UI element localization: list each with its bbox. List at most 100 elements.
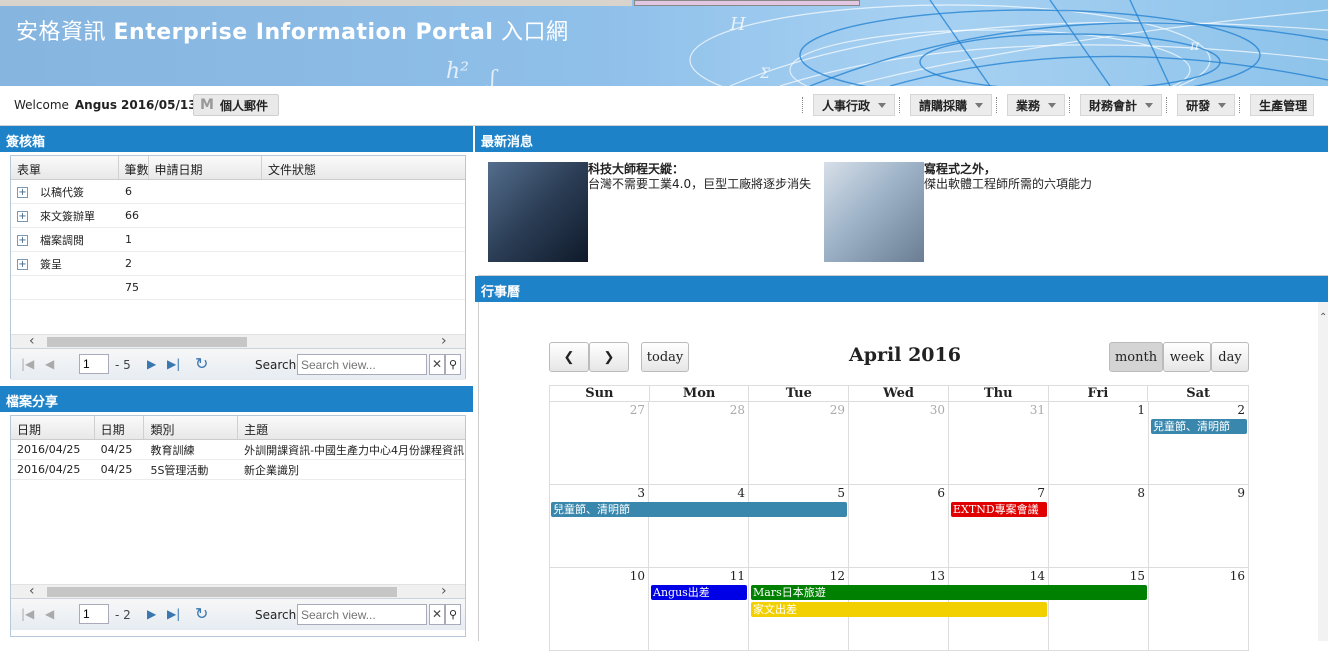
news-image[interactable]	[824, 162, 924, 262]
news-subtitle[interactable]: 傑出軟體工程師所需的六項能力	[924, 175, 1092, 192]
view-month-button[interactable]: month	[1109, 342, 1163, 372]
calendar-event[interactable]: Angus出差	[651, 585, 747, 600]
clear-search-icon[interactable]: ✕	[429, 604, 445, 625]
menu-production[interactable]: 生產管理	[1250, 94, 1315, 116]
calendar-day[interactable]: 16	[1149, 568, 1249, 651]
refresh-icon[interactable]: ↻	[195, 354, 208, 373]
personal-mail-button[interactable]: M 個人郵件	[193, 94, 279, 116]
prev-month-button[interactable]: ❮	[549, 342, 589, 372]
calendar-day[interactable]: 27	[549, 402, 649, 485]
calendar-day[interactable]: 11	[649, 568, 749, 651]
page-number-input[interactable]	[79, 604, 109, 624]
expand-icon[interactable]: +	[17, 259, 28, 270]
prev-page-icon[interactable]: ◀	[45, 357, 54, 371]
col-count[interactable]: 筆數	[119, 156, 149, 179]
file-share-panel: 日期 日期 類別 主題 2016/04/25 04/25 教育訓練 外訓開課資訊…	[10, 415, 466, 637]
last-page-icon[interactable]: ▶|	[167, 607, 180, 621]
col-date[interactable]: 日期	[11, 416, 95, 439]
scroll-left-icon[interactable]: ‹	[29, 583, 35, 599]
news-subtitle[interactable]: 台灣不需要工業4.0，巨型工廠將逐步消失	[588, 175, 811, 192]
search-input[interactable]	[297, 354, 427, 375]
calendar-day[interactable]: 28	[649, 402, 749, 485]
col-apply-date[interactable]: 申請日期	[149, 156, 262, 179]
calendar-day[interactable]: 4	[649, 485, 749, 568]
calendar-event[interactable]: EXTND專案會議	[951, 502, 1047, 517]
table-row[interactable]: 2016/04/25 04/25 教育訓練 外訓開課資訊-中國生產力中心4月份課…	[11, 440, 465, 460]
col-form[interactable]: 表單	[11, 156, 119, 179]
calendar-grid: Sun Mon Tue Wed Thu Fri Sat 27 28 29 30 31 1…	[549, 385, 1249, 651]
scroll-thumb[interactable]	[47, 587, 397, 597]
page-range: - 5	[115, 358, 131, 372]
next-month-button[interactable]: ❯	[589, 342, 629, 372]
clear-search-icon[interactable]: ✕	[429, 354, 445, 375]
next-page-icon[interactable]: ▶	[147, 357, 156, 371]
scroll-left-icon[interactable]: ‹	[29, 333, 35, 349]
col-category[interactable]: 類別	[144, 416, 239, 439]
scroll-thumb[interactable]	[47, 337, 247, 347]
table-row[interactable]: + 簽呈 2	[11, 252, 465, 276]
menu-sales[interactable]: 業務	[1007, 94, 1066, 116]
col-date-short[interactable]: 日期	[95, 416, 145, 439]
menu-rd[interactable]: 研發	[1177, 94, 1236, 116]
calendar-day[interactable]: 6	[849, 485, 949, 568]
total-count: 75	[125, 281, 139, 294]
calendar-day[interactable]: 7	[949, 485, 1049, 568]
calendar-day[interactable]: 2	[1149, 402, 1249, 485]
calendar-event[interactable]: Mars日本旅遊	[751, 585, 1147, 600]
vertical-scrollbar[interactable]: ⌃	[1318, 302, 1328, 641]
refresh-icon[interactable]: ↻	[195, 604, 208, 623]
calendar-event[interactable]: 兒童節、清明節	[551, 502, 847, 517]
table-row[interactable]: + 來文簽辦單 66	[11, 204, 465, 228]
calendar-panel: ❮ ❯ today April 2016 month week day Sun M…	[478, 302, 1328, 651]
search-icon[interactable]: ⚲	[445, 354, 461, 375]
calendar-day[interactable]: 9	[1149, 485, 1249, 568]
view-day-button[interactable]: day	[1211, 342, 1249, 372]
news-image[interactable]	[488, 162, 588, 262]
scroll-up-icon[interactable]: ⌃	[1319, 312, 1327, 323]
table-row[interactable]: 2016/04/25 04/25 5S管理活動 新企業識別	[11, 460, 465, 480]
calendar-day[interactable]: 30	[849, 402, 949, 485]
calendar-day[interactable]: 31	[949, 402, 1049, 485]
scroll-right-icon[interactable]: ›	[441, 333, 447, 349]
scroll-right-icon[interactable]: ›	[441, 583, 447, 599]
portal-banner: 安格資訊 Enterprise Information Portal 入口網 H…	[0, 0, 1328, 86]
calendar-event[interactable]: 家文出差	[751, 602, 1047, 617]
calendar-day[interactable]: 10	[549, 568, 649, 651]
menu-separator	[996, 97, 998, 113]
search-input[interactable]	[297, 604, 427, 625]
calendar-day[interactable]: 8	[1049, 485, 1149, 568]
horizontal-scrollbar[interactable]: ‹ ›	[11, 583, 465, 599]
col-subject[interactable]: 主題	[238, 416, 465, 439]
table-row[interactable]: + 以稿代簽 6	[11, 180, 465, 204]
today-button[interactable]: today	[641, 342, 689, 372]
last-page-icon[interactable]: ▶|	[167, 357, 180, 371]
calendar-day[interactable]: 29	[749, 402, 849, 485]
first-page-icon[interactable]: |◀	[21, 357, 34, 371]
expand-icon[interactable]: +	[17, 187, 28, 198]
approval-panel: 表單 筆數 申請日期 文件狀態 + 以稿代簽 6 + 來文簽辦單 66 + 檔案調閱 …	[10, 155, 466, 380]
table-row[interactable]: + 檔案調閱 1	[11, 228, 465, 252]
prev-page-icon[interactable]: ◀	[45, 607, 54, 621]
view-week-button[interactable]: week	[1163, 342, 1211, 372]
calendar-day[interactable]: 15	[1049, 568, 1149, 651]
menu-purchasing[interactable]: 請購採購	[910, 94, 993, 116]
menu-finance[interactable]: 財務會計	[1080, 94, 1163, 116]
file-share-header: 檔案分享	[0, 386, 473, 412]
horizontal-scrollbar[interactable]: ‹ ›	[11, 333, 465, 349]
menu-separator	[899, 97, 901, 113]
caret-down-icon	[878, 102, 887, 108]
calendar-event[interactable]: 兒童節、清明節	[1151, 419, 1247, 434]
page-number-input[interactable]	[79, 354, 109, 374]
expand-icon[interactable]: +	[17, 235, 28, 246]
col-doc-status[interactable]: 文件狀態	[262, 156, 465, 179]
calendar-day[interactable]: 3	[549, 485, 649, 568]
first-page-icon[interactable]: |◀	[21, 607, 34, 621]
calendar-day[interactable]: 5	[749, 485, 849, 568]
search-icon[interactable]: ⚲	[445, 604, 461, 625]
menu-hr-admin[interactable]: 人事行政	[813, 94, 896, 116]
expand-icon[interactable]: +	[17, 211, 28, 222]
banner-decoration-graphic: H h² ʃ Σ π	[446, 0, 1328, 86]
calendar-day[interactable]: 1	[1049, 402, 1149, 485]
menu-separator	[1239, 97, 1241, 113]
next-page-icon[interactable]: ▶	[147, 607, 156, 621]
